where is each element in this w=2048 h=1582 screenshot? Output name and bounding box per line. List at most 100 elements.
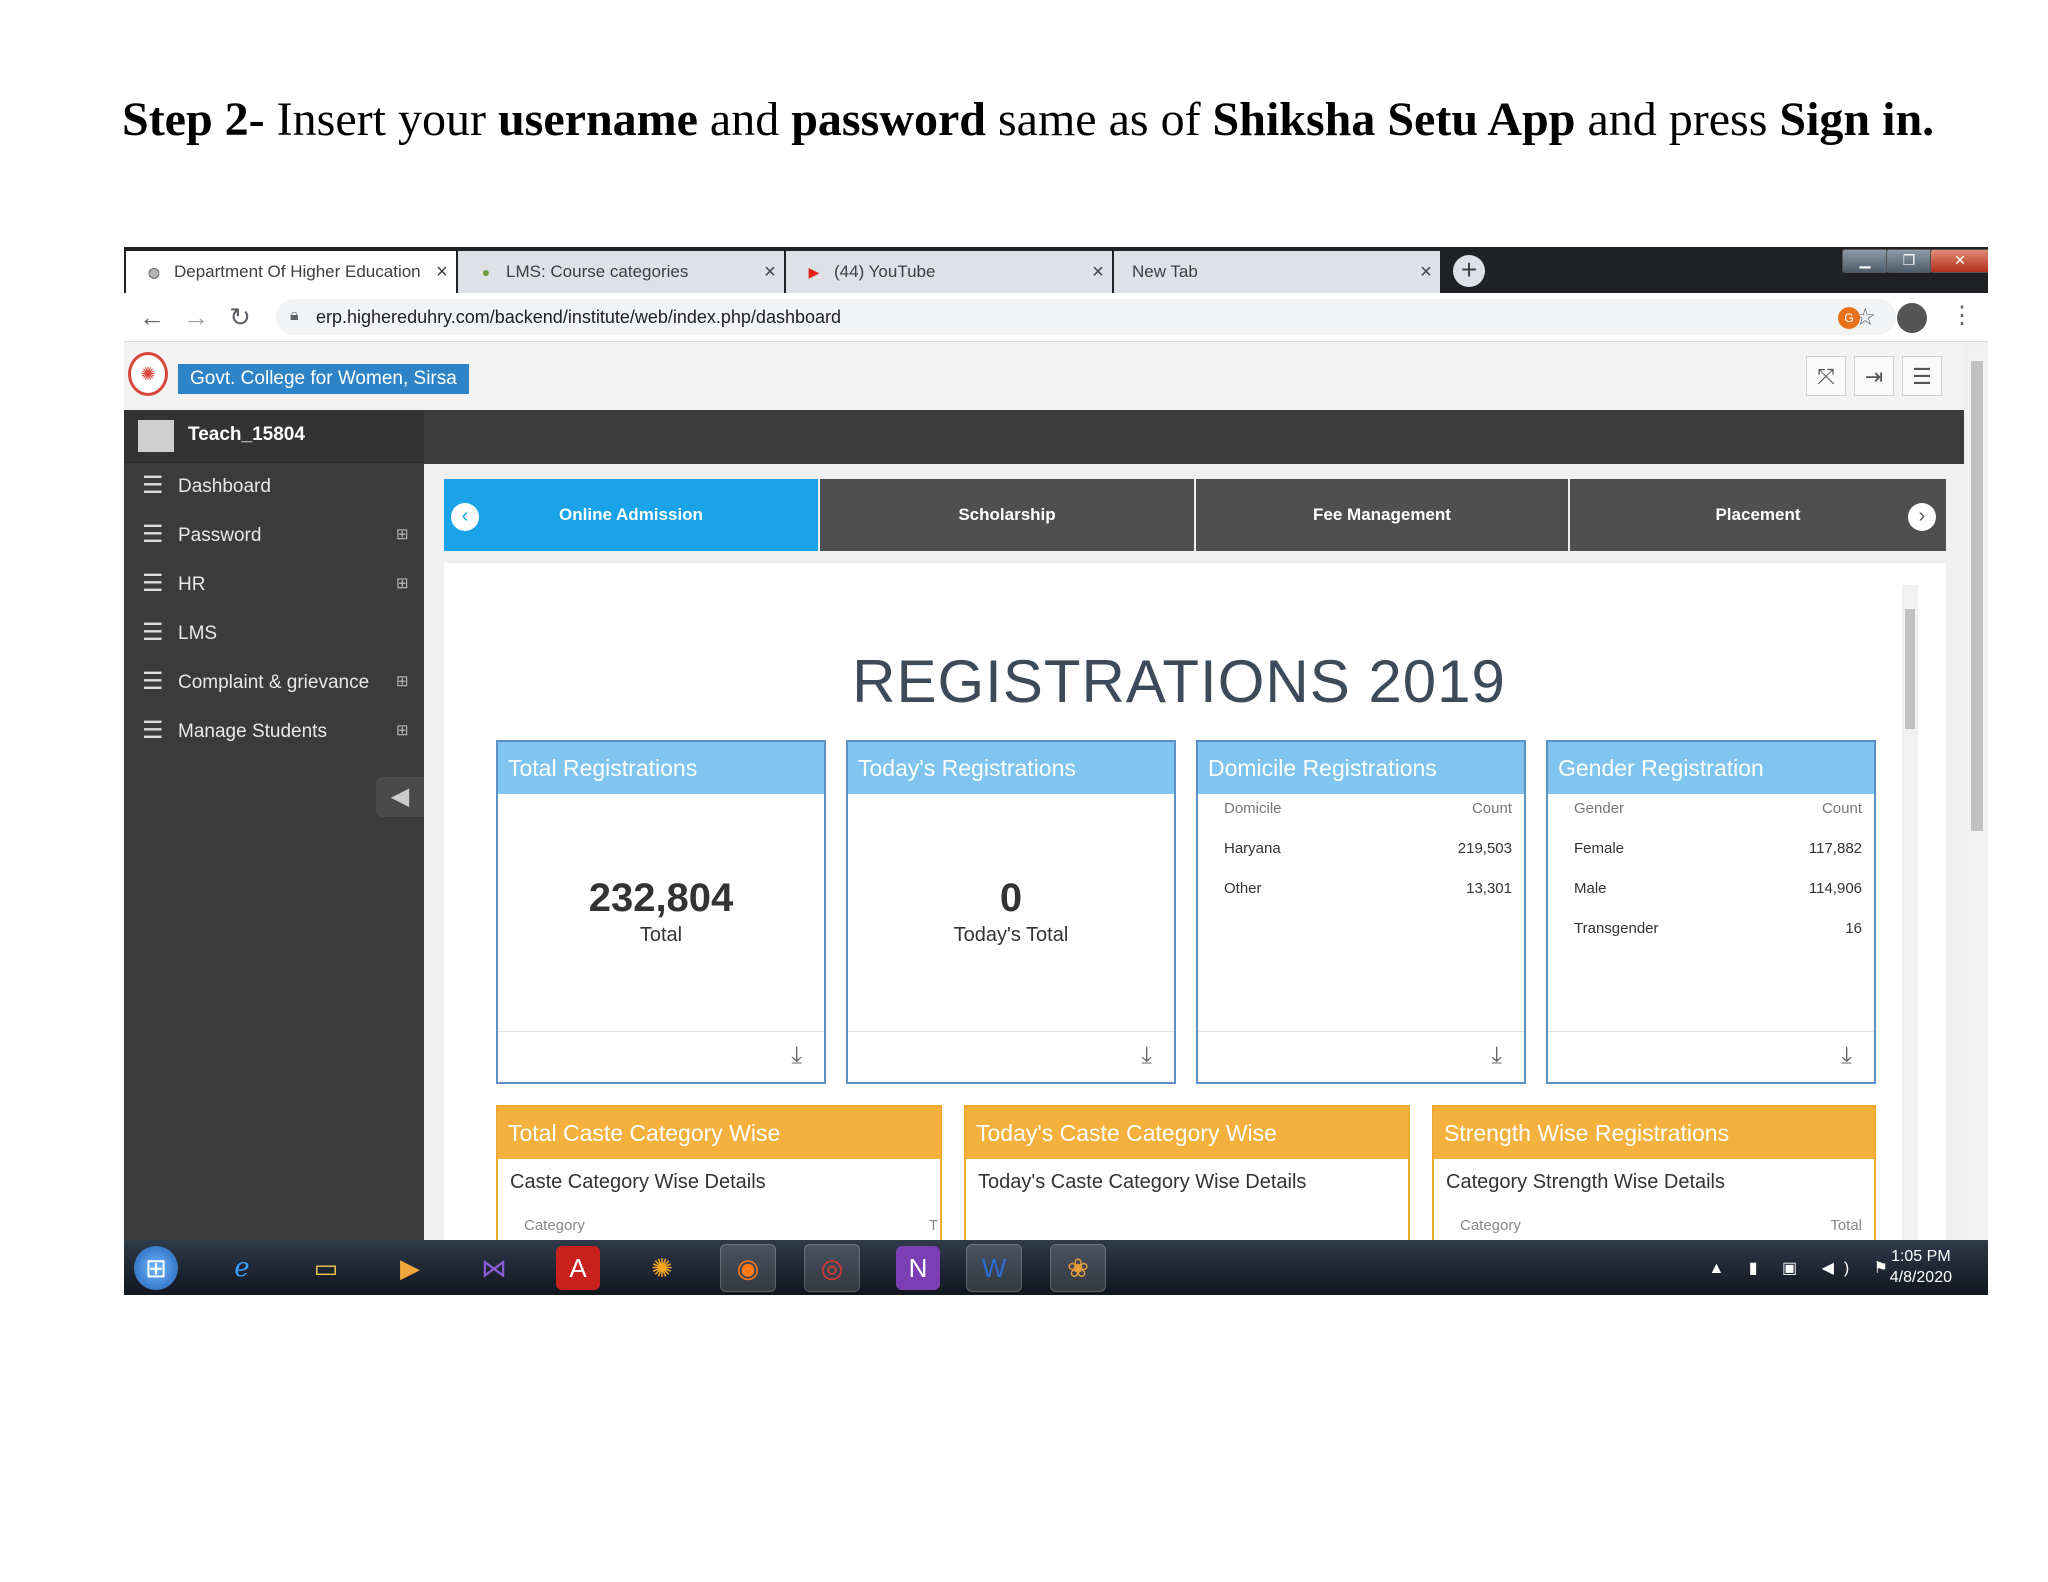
close-icon[interactable]: × bbox=[1084, 261, 1112, 284]
expand-plus-icon[interactable]: ⊞ bbox=[396, 574, 409, 592]
sidebar-item-label: HR bbox=[178, 574, 206, 595]
download-icon[interactable]: ⤓ bbox=[1141, 1042, 1152, 1070]
chevron-left-icon[interactable]: ‹ bbox=[451, 503, 479, 531]
instruction-bold: Sign in. bbox=[1779, 93, 1935, 146]
instruction-heading: Step 2- Insert your username and passwor… bbox=[122, 92, 1934, 147]
sidebar-item-lms[interactable]: ☰ LMS bbox=[124, 609, 424, 658]
today-count: 0 bbox=[999, 876, 1023, 920]
chevron-right-icon[interactable]: › bbox=[1908, 503, 1936, 531]
browser-tab[interactable]: ▶ (44) YouTube × bbox=[786, 251, 1112, 293]
card-title: Total Registrations bbox=[498, 742, 824, 794]
download-icon[interactable]: ⤓ bbox=[1841, 1042, 1852, 1070]
system-tray-icons[interactable]: ▲ ▮ ▣ ◀) ⚑ bbox=[1708, 1258, 1898, 1278]
url-text: erp.higheredu​hry.com/backend/institute/… bbox=[316, 307, 842, 327]
download-icon[interactable]: ⤓ bbox=[1491, 1042, 1502, 1070]
instruction-bold: Shiksha Setu App bbox=[1212, 93, 1576, 146]
hamburger-menu-icon[interactable]: ☰ bbox=[1902, 356, 1942, 396]
forward-arrow-icon[interactable]: → bbox=[180, 301, 212, 333]
table-cell: 117,882 bbox=[1808, 840, 1862, 857]
back-arrow-icon[interactable]: ← bbox=[136, 301, 168, 333]
onenote-icon[interactable]: N bbox=[896, 1246, 940, 1290]
globe-icon: ◍ bbox=[147, 263, 161, 280]
tab-online-admission[interactable]: Online Admission bbox=[444, 479, 818, 551]
instruction-text: and bbox=[697, 93, 792, 146]
instruction-bold: username bbox=[497, 93, 698, 146]
tab-title: New Tab bbox=[1132, 262, 1198, 281]
page-scrollbar[interactable] bbox=[1966, 347, 1988, 1247]
today-caption: Today's Total bbox=[953, 924, 1069, 946]
close-icon[interactable]: × bbox=[428, 261, 456, 284]
new-tab-button[interactable]: + bbox=[1453, 255, 1485, 287]
gender-registration-card: Gender Registration Gender Count Female … bbox=[1546, 740, 1876, 1084]
strength-wise-card: Strength Wise Registrations Category Str… bbox=[1432, 1105, 1876, 1245]
sidebar-item-dashboard[interactable]: ☰ Dashboard bbox=[124, 462, 424, 511]
close-icon[interactable]: × bbox=[756, 261, 784, 284]
scrollbar-thumb[interactable] bbox=[1905, 609, 1915, 729]
card-footer: ⤓ bbox=[848, 1031, 1174, 1082]
list-icon: ☰ bbox=[142, 668, 164, 695]
taskbar-clock[interactable]: 1:05 PM 4/8/2020 bbox=[1890, 1246, 1952, 1288]
caste-category-card: Total Caste Category Wise Caste Category… bbox=[496, 1105, 942, 1245]
card-footer: ⤓ bbox=[1548, 1031, 1874, 1082]
sidebar-item-password[interactable]: ☰ Password ⊞ bbox=[124, 511, 424, 560]
tab-scholarship[interactable]: Scholarship bbox=[820, 479, 1194, 551]
list-icon: ☰ bbox=[142, 521, 164, 548]
browser-menu-icon[interactable]: ⋮ bbox=[1950, 301, 1974, 330]
sidebar-item-manage-students[interactable]: ☰ Manage Students ⊞ bbox=[124, 707, 424, 756]
card-subtitle: Caste Category Wise Details bbox=[510, 1171, 766, 1193]
file-explorer-icon[interactable]: ▭ bbox=[304, 1246, 348, 1290]
extension-icon[interactable]: G bbox=[1838, 307, 1860, 329]
logout-icon[interactable]: ⇥ bbox=[1854, 356, 1894, 396]
expand-plus-icon[interactable]: ⊞ bbox=[396, 672, 409, 690]
list-icon: ☰ bbox=[142, 570, 164, 597]
app-misc-icon[interactable]: ❀ bbox=[1050, 1244, 1106, 1292]
visual-studio-icon[interactable]: ⋈ bbox=[472, 1246, 516, 1290]
card-title: Gender Registration bbox=[1548, 742, 1874, 794]
maximize-button[interactable]: ❐ bbox=[1886, 249, 1932, 273]
sidebar-item-label: Password bbox=[178, 525, 262, 546]
window-close-button[interactable]: ✕ bbox=[1930, 249, 1988, 273]
expand-plus-icon[interactable]: ⊞ bbox=[396, 721, 409, 739]
table-cell: 114,906 bbox=[1808, 880, 1862, 897]
sidebar: Teach_15804 ☰ Dashboard ☰ Password ⊞ ☰ H… bbox=[124, 410, 424, 1240]
scrollbar-thumb[interactable] bbox=[1971, 361, 1983, 831]
sidebar-item-label: Manage Students bbox=[178, 721, 327, 742]
table-cell: 219,503 bbox=[1457, 840, 1512, 857]
browser-tab[interactable]: ◍ Department Of Higher Education × bbox=[126, 251, 456, 293]
table-cell: Transgender bbox=[1574, 920, 1659, 937]
table-cell: Other bbox=[1224, 880, 1262, 897]
todays-caste-category-card: Today's Caste Category Wise Today's Cast… bbox=[964, 1105, 1410, 1245]
app-orange-icon[interactable]: ✺ bbox=[640, 1246, 684, 1290]
panel-scrollbar[interactable] bbox=[1902, 585, 1918, 1245]
address-bar[interactable]: 🔒︎ erp.higheredu​hry.com/backend/institu… bbox=[276, 299, 1896, 335]
acrobat-icon[interactable]: A bbox=[556, 1246, 600, 1290]
start-orb-icon[interactable]: ⊞ bbox=[134, 1246, 178, 1290]
browser-tab[interactable]: ● LMS: Course categories × bbox=[458, 251, 784, 293]
sidebar-item-hr[interactable]: ☰ HR ⊞ bbox=[124, 560, 424, 609]
chrome-icon[interactable]: ◎ bbox=[804, 1244, 860, 1292]
internet-explorer-icon[interactable]: e bbox=[220, 1246, 264, 1290]
fullscreen-icon[interactable]: ⤧ bbox=[1806, 356, 1846, 396]
total-caption: Total bbox=[639, 924, 683, 946]
sidebar-collapse-icon[interactable]: ◀ bbox=[376, 777, 424, 817]
instruction-text: same as of bbox=[985, 93, 1213, 146]
minimize-button[interactable]: ▁ bbox=[1842, 249, 1888, 273]
card-title: Domicile Registrations bbox=[1198, 742, 1524, 794]
tab-placement[interactable]: Placement bbox=[1570, 479, 1946, 551]
expand-plus-icon[interactable]: ⊞ bbox=[396, 525, 409, 543]
user-panel: Teach_15804 bbox=[124, 410, 424, 463]
sidebar-item-complaint[interactable]: ☰ Complaint & grievance ⊞ bbox=[124, 658, 424, 707]
table-cell: 13,301 bbox=[1466, 880, 1512, 897]
word-icon[interactable]: W bbox=[966, 1244, 1022, 1292]
haryana-emblem-logo: ✺ bbox=[128, 352, 168, 396]
download-icon[interactable]: ⤓ bbox=[791, 1042, 802, 1070]
reload-icon[interactable]: ↻ bbox=[224, 301, 256, 333]
close-icon[interactable]: × bbox=[1412, 261, 1440, 284]
profile-avatar[interactable] bbox=[1897, 303, 1927, 333]
firefox-icon[interactable]: ◉ bbox=[720, 1244, 776, 1292]
table-cell: Female bbox=[1574, 840, 1625, 857]
tab-fee-management[interactable]: Fee Management bbox=[1196, 479, 1568, 551]
media-player-icon[interactable]: ▶ bbox=[388, 1246, 432, 1290]
column-header: Gender bbox=[1574, 800, 1625, 817]
browser-tab[interactable]: New Tab × bbox=[1114, 251, 1440, 293]
